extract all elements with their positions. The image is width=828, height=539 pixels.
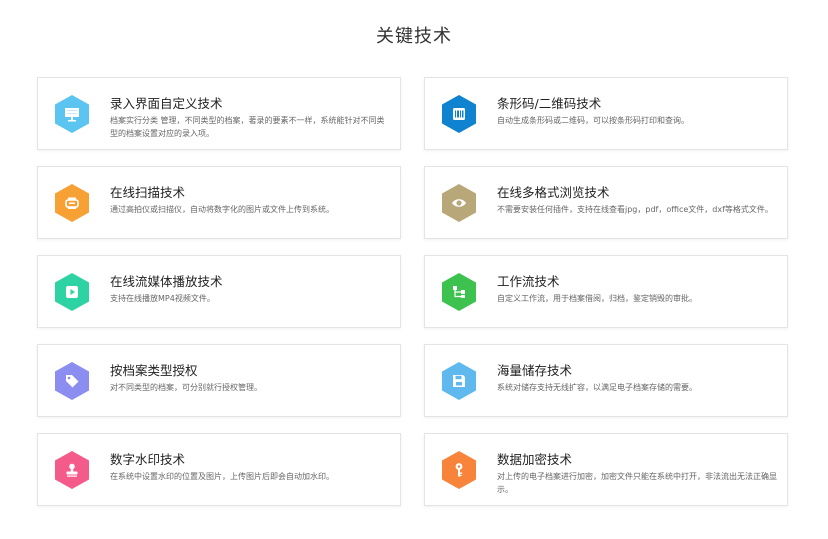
page-title: 关键技术	[376, 26, 452, 47]
card-title: 按档案类型授权	[110, 363, 198, 378]
card-workflow[interactable]: 工作流技术 自定义工作流，用于档案借阅，归档，鉴定销毁的审批。	[424, 255, 788, 328]
page: 关键技术 录入界面自定义技术 档案实行分类 管理，不同类型的档案，著录的要素不一…	[0, 0, 828, 539]
card-streaming[interactable]: 在线流媒体播放技术 支持在线播放MP4视频文件。	[37, 255, 401, 328]
card-desc: 通过高拍仪或扫描仪，自动将数字化的图片或文件上传到系统。	[110, 205, 334, 214]
card-desc: 档案实行分类 管理，不同类型的档案，著录的要素不一样，系统能针对不同类型的档案设…	[110, 116, 385, 138]
card-watermark[interactable]: 数字水印技术 在系统中设置水印的位置及图片，上传图片后即会自动加水印。	[37, 433, 401, 506]
save-icon	[442, 362, 476, 400]
card-title: 数据加密技术	[497, 452, 573, 467]
eye-icon	[442, 184, 476, 222]
card-entry-interface[interactable]: 录入界面自定义技术 档案实行分类 管理，不同类型的档案，著录的要素不一样，系统能…	[37, 77, 401, 150]
workflow-icon	[442, 273, 476, 311]
card-barcode[interactable]: 条形码/二维码技术 自动生成条形码或二维码，可以按条形码打印和查询。	[424, 77, 788, 150]
card-desc: 对上传的电子档案进行加密，加密文件只能在系统中打开，非法流出无法正确显示。	[497, 472, 777, 494]
card-title: 工作流技术	[497, 274, 560, 289]
card-desc: 对不同类型的档案，可分别就行授权管理。	[110, 383, 262, 392]
card-desc: 在系统中设置水印的位置及图片，上传图片后即会自动加水印。	[110, 472, 334, 481]
card-title: 在线流媒体播放技术	[110, 274, 223, 289]
barcode-icon	[442, 95, 476, 133]
key-icon	[442, 451, 476, 489]
card-mass-storage[interactable]: 海量储存技术 系统对储存支持无线扩容，以满足电子档案存储的需要。	[424, 344, 788, 417]
card-desc: 系统对储存支持无线扩容，以满足电子档案存储的需要。	[497, 383, 697, 392]
card-online-scan[interactable]: 在线扫描技术 通过高拍仪或扫描仪，自动将数字化的图片或文件上传到系统。	[37, 166, 401, 239]
scanner-icon	[55, 184, 89, 222]
card-desc: 自定义工作流，用于档案借阅，归档，鉴定销毁的审批。	[497, 294, 697, 303]
card-type-authorization[interactable]: 按档案类型授权 对不同类型的档案，可分别就行授权管理。	[37, 344, 401, 417]
card-encryption[interactable]: 数据加密技术 对上传的电子档案进行加密，加密文件只能在系统中打开，非法流出无法正…	[424, 433, 788, 506]
card-title: 在线扫描技术	[110, 185, 186, 200]
tag-icon	[55, 362, 89, 400]
card-multi-format[interactable]: 在线多格式浏览技术 不需要安装任何插件，支持在线查看jpg，pdf，office…	[424, 166, 788, 239]
card-title: 海量储存技术	[497, 363, 573, 378]
card-desc: 支持在线播放MP4视频文件。	[110, 294, 215, 303]
card-desc: 自动生成条形码或二维码，可以按条形码打印和查询。	[497, 116, 689, 125]
monitor-icon	[55, 95, 89, 133]
card-desc: 不需要安装任何插件，支持在线查看jpg，pdf，office文件，dxf等格式文…	[497, 205, 773, 214]
card-title: 录入界面自定义技术	[110, 96, 223, 111]
stamp-icon	[55, 451, 89, 489]
card-title: 条形码/二维码技术	[497, 96, 602, 111]
play-icon	[55, 273, 89, 311]
card-title: 在线多格式浏览技术	[497, 185, 610, 200]
card-title: 数字水印技术	[110, 452, 186, 467]
